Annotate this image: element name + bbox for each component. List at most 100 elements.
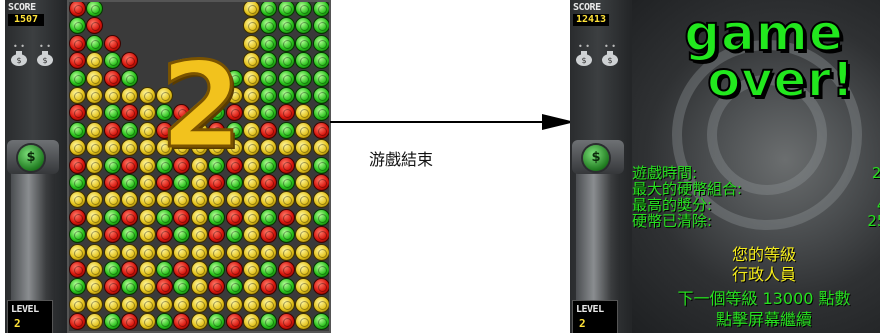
- coin[interactable]: [243, 52, 260, 70]
- coin[interactable]: [190, 208, 208, 226]
- coin[interactable]: [173, 191, 191, 209]
- coin[interactable]: [138, 261, 156, 278]
- coin[interactable]: [86, 278, 104, 296]
- coin[interactable]: [103, 34, 121, 52]
- coin[interactable]: [69, 52, 86, 70]
- coin[interactable]: [86, 156, 104, 174]
- coin[interactable]: [277, 121, 295, 139]
- coin[interactable]: [103, 69, 121, 87]
- coin[interactable]: [86, 174, 104, 191]
- coin[interactable]: [277, 313, 295, 331]
- coin[interactable]: [312, 139, 330, 157]
- coin[interactable]: [156, 261, 173, 278]
- coin[interactable]: [86, 243, 104, 261]
- coin[interactable]: [295, 87, 313, 104]
- coin[interactable]: [277, 261, 295, 278]
- coin[interactable]: [312, 156, 330, 174]
- coin[interactable]: [86, 69, 104, 87]
- coin[interactable]: [243, 174, 260, 191]
- coin[interactable]: [243, 156, 260, 174]
- coin[interactable]: [260, 139, 278, 157]
- coin[interactable]: [86, 226, 104, 244]
- coin[interactable]: [295, 208, 313, 226]
- coin[interactable]: [69, 87, 86, 104]
- coin[interactable]: [243, 17, 260, 35]
- coin[interactable]: [69, 295, 86, 313]
- coin[interactable]: [295, 243, 313, 261]
- coin[interactable]: [225, 208, 243, 226]
- coin[interactable]: [121, 261, 139, 278]
- coin[interactable]: [86, 139, 104, 157]
- coin[interactable]: [86, 104, 104, 122]
- coin[interactable]: [121, 278, 139, 296]
- coin[interactable]: [69, 243, 86, 261]
- coin[interactable]: [138, 121, 156, 139]
- coin[interactable]: [295, 156, 313, 174]
- coin[interactable]: [121, 156, 139, 174]
- coin[interactable]: [243, 243, 260, 261]
- coin[interactable]: [121, 208, 139, 226]
- coin[interactable]: [312, 34, 330, 52]
- coin[interactable]: [295, 34, 313, 52]
- coin[interactable]: [208, 278, 226, 296]
- coin[interactable]: [103, 208, 121, 226]
- coin[interactable]: [121, 121, 139, 139]
- coin[interactable]: [86, 17, 104, 35]
- coin[interactable]: [121, 226, 139, 244]
- coin[interactable]: [208, 295, 226, 313]
- coin[interactable]: [243, 295, 260, 313]
- coin[interactable]: [277, 243, 295, 261]
- coin[interactable]: [312, 208, 330, 226]
- coin[interactable]: [69, 0, 86, 17]
- coin[interactable]: [103, 278, 121, 296]
- coin[interactable]: [312, 69, 330, 87]
- coin[interactable]: [277, 0, 295, 17]
- coin[interactable]: [295, 121, 313, 139]
- coin[interactable]: [69, 156, 86, 174]
- coin[interactable]: [243, 208, 260, 226]
- coin[interactable]: [260, 69, 278, 87]
- coin[interactable]: [208, 261, 226, 278]
- coin[interactable]: [225, 313, 243, 331]
- coin[interactable]: [312, 243, 330, 261]
- coin[interactable]: [208, 226, 226, 244]
- coin[interactable]: [138, 191, 156, 209]
- coin[interactable]: [312, 174, 330, 191]
- coin[interactable]: [103, 121, 121, 139]
- coin[interactable]: [121, 87, 139, 104]
- coin[interactable]: [103, 295, 121, 313]
- coin[interactable]: [138, 87, 156, 104]
- coin[interactable]: [69, 261, 86, 278]
- coin[interactable]: [260, 52, 278, 70]
- coin[interactable]: [295, 69, 313, 87]
- coin[interactable]: [103, 191, 121, 209]
- coin[interactable]: [103, 261, 121, 278]
- coin[interactable]: [173, 226, 191, 244]
- coin[interactable]: [103, 104, 121, 122]
- coin[interactable]: [243, 87, 260, 104]
- coin[interactable]: [86, 295, 104, 313]
- coin[interactable]: [295, 313, 313, 331]
- coin[interactable]: [260, 243, 278, 261]
- coin[interactable]: [312, 87, 330, 104]
- coin[interactable]: [173, 261, 191, 278]
- coin[interactable]: [138, 243, 156, 261]
- coin[interactable]: [121, 295, 139, 313]
- coin[interactable]: [69, 139, 86, 157]
- coin[interactable]: [156, 313, 173, 331]
- coin[interactable]: [103, 52, 121, 70]
- coin[interactable]: [103, 226, 121, 244]
- coin[interactable]: [86, 121, 104, 139]
- coin[interactable]: [69, 174, 86, 191]
- coin[interactable]: [138, 174, 156, 191]
- coin[interactable]: [69, 104, 86, 122]
- coin[interactable]: [225, 226, 243, 244]
- coin[interactable]: [225, 295, 243, 313]
- coin[interactable]: [156, 174, 173, 191]
- coin[interactable]: [173, 313, 191, 331]
- coin[interactable]: [138, 313, 156, 331]
- coin[interactable]: [277, 174, 295, 191]
- coin[interactable]: [138, 208, 156, 226]
- coin[interactable]: [86, 208, 104, 226]
- coin[interactable]: [260, 156, 278, 174]
